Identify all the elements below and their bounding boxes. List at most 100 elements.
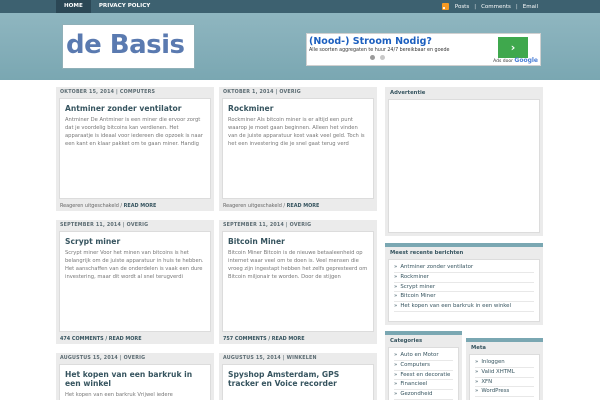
list-item[interactable]: » Het kopen van een barkruk in een winkel [394, 302, 534, 312]
arrow-icon: » [394, 273, 398, 280]
list-item[interactable]: » Feest en decoratie [394, 371, 453, 381]
top-nav-bar: HOME PRIVACY POLICY Posts | Comments | E… [0, 0, 600, 13]
categories-list: » Auto en Motor » Computers » Feest en deco… [389, 348, 458, 400]
post-footer: 474 COMMENTS / READ MORE [60, 336, 142, 342]
widget-body: » Auto en Motor » Computers » Feest en deco… [388, 347, 459, 400]
list-item[interactable]: » Auto en Motor [394, 351, 453, 361]
meta-link[interactable]: Inloggen [481, 359, 504, 365]
nav-privacy-policy[interactable]: PRIVACY POLICY [91, 0, 159, 13]
post-content: Het kopen van een barkruk in een winkel … [59, 364, 211, 400]
arrow-icon: » [394, 371, 398, 378]
list-item[interactable]: » Gezondheid [394, 390, 453, 400]
arrow-icon: » [394, 293, 398, 300]
comments-feed-link[interactable]: Comments [481, 4, 511, 10]
post-title[interactable]: Bitcoin Miner [228, 237, 368, 246]
meta-link[interactable]: XFN [481, 379, 492, 385]
post-meta[interactable]: AUGUSTUS 15, 2014 | OVERIG [56, 353, 214, 364]
post-meta[interactable]: OKTOBER 15, 2014 | COMPUTERS [56, 87, 214, 98]
arrow-icon: » [394, 283, 398, 290]
main-nav: HOME PRIVACY POLICY [56, 0, 158, 13]
arrow-icon: » [394, 303, 398, 310]
list-item[interactable]: » Valid XHTML [475, 368, 534, 378]
post-title[interactable]: Scrypt miner [65, 237, 205, 246]
recent-post-link[interactable]: Bitcoin Miner [400, 293, 435, 299]
arrow-icon: » [475, 388, 479, 395]
meta-link[interactable]: WordPress [481, 388, 509, 394]
ad-go-button[interactable]: › [498, 37, 528, 58]
read-more-link[interactable]: READ MORE [272, 336, 305, 342]
ad-carousel-dots [370, 55, 385, 60]
rss-icon[interactable] [441, 3, 449, 10]
post-title[interactable]: Rockminer [228, 104, 368, 113]
list-item[interactable]: » Financieel [394, 380, 453, 391]
arrow-icon: » [394, 352, 398, 358]
recent-post-link[interactable]: Scrypt miner [400, 284, 435, 290]
post-meta[interactable]: OKTOBER 1, 2014 | OVERIG [219, 87, 377, 98]
list-item[interactable]: » Bitcoin Miner [394, 292, 534, 303]
widget-title: Meta [471, 345, 486, 351]
meta-list: » Inloggen » Valid XHTML » XFN » WordPress [470, 355, 539, 400]
post-title[interactable]: Het kopen van een barkruk in een winkel [65, 370, 205, 388]
category-link[interactable]: Gezondheid [400, 391, 432, 397]
carousel-dot[interactable] [370, 55, 375, 60]
header-ad-banner[interactable]: (Nood-) Stroom Nodig? Alle soorten aggre… [306, 33, 541, 66]
post-footer: Reageren uitgeschakeld / READ MORE [223, 203, 319, 209]
arrow-icon: » [394, 391, 398, 398]
post-meta[interactable]: SEPTEMBER 11, 2014 | OVERIG [56, 220, 214, 231]
separator: | [474, 3, 477, 10]
post-footer: Reageren uitgeschakeld / READ MORE [60, 203, 156, 209]
post-meta[interactable]: AUGUSTUS 15, 2014 | WINKELEN [219, 353, 377, 364]
read-more-link[interactable]: READ MORE [287, 203, 320, 209]
post-card: SEPTEMBER 11, 2014 | OVERIG Bitcoin Mine… [219, 220, 377, 344]
recent-posts-widget: Meest recente berichten » Antminer zonder… [385, 243, 543, 325]
arrow-icon: » [475, 378, 479, 385]
list-item[interactable]: » Antminer zonder ventilator [394, 263, 534, 273]
arrow-icon: » [475, 368, 479, 375]
category-link[interactable]: Auto en Motor [400, 352, 438, 358]
list-item[interactable]: » Rockminer [394, 273, 534, 283]
ad-by-label: Ads door [493, 59, 513, 64]
post-content: Rockminer Rockminer Als bitcoin miner is… [222, 98, 374, 199]
widget-title: Categories [390, 338, 423, 344]
post-content: Scrypt miner Scrypt miner Voor het minen… [59, 231, 211, 332]
comments-link[interactable]: 474 COMMENTS / [60, 336, 107, 342]
category-link[interactable]: Computers [400, 362, 430, 368]
post-excerpt: Rockminer Als bitcoin miner is er altijd… [228, 117, 365, 147]
post-excerpt: Bitcoin Miner Bitcoin is de nieuwe betaa… [228, 250, 368, 280]
post-title[interactable]: Spyshop Amsterdam, GPS tracker en Voice … [228, 370, 368, 388]
list-item[interactable]: » Scrypt miner [394, 283, 534, 293]
post-title[interactable]: Antminer zonder ventilator [65, 104, 205, 113]
recent-post-link[interactable]: Antminer zonder ventilator [400, 264, 473, 270]
post-footer: 757 COMMENTS / READ MORE [223, 336, 305, 342]
site-logo[interactable]: de Basis [62, 24, 195, 69]
post-meta[interactable]: SEPTEMBER 11, 2014 | OVERIG [219, 220, 377, 231]
recent-post-link[interactable]: Rockminer [400, 274, 429, 280]
category-link[interactable]: Financieel [400, 381, 427, 387]
recent-posts-list: » Antminer zonder ventilator » Rockminer »… [389, 260, 539, 315]
post-content: Antminer zonder ventilator Antminer De A… [59, 98, 211, 199]
list-item[interactable]: » WordPress [475, 387, 534, 398]
list-item[interactable]: » Inloggen [475, 358, 534, 368]
recent-post-link[interactable]: Het kopen van een barkruk in een winkel [400, 303, 511, 309]
list-item[interactable]: » Computers [394, 361, 453, 371]
post-excerpt: Scrypt miner Voor het minen van bitcoins… [65, 250, 204, 280]
nav-home[interactable]: HOME [56, 0, 91, 13]
carousel-dot[interactable] [380, 55, 385, 60]
separator: | [515, 3, 518, 10]
post-content: Bitcoin Miner Bitcoin Miner Bitcoin is d… [222, 231, 374, 332]
widget-body: » Antminer zonder ventilator » Rockminer »… [388, 259, 540, 322]
email-link[interactable]: Email [523, 4, 538, 10]
post-card: AUGUSTUS 15, 2014 | WINKELEN Spyshop Ams… [219, 353, 377, 400]
comments-link[interactable]: 757 COMMENTS / [223, 336, 270, 342]
google-logo: Google [514, 57, 538, 64]
meta-link[interactable]: Valid XHTML [481, 369, 514, 375]
read-more-link[interactable]: READ MORE [109, 336, 142, 342]
arrow-icon: » [475, 359, 479, 365]
ad-slot[interactable] [388, 99, 540, 233]
category-link[interactable]: Feest en decoratie [400, 372, 450, 378]
ad-subtext: Alle soorten aggregaten te huur 24/7 ber… [309, 48, 450, 53]
posts-feed-link[interactable]: Posts [455, 4, 469, 10]
read-more-link[interactable]: READ MORE [124, 203, 157, 209]
ad-headline[interactable]: (Nood-) Stroom Nodig? [309, 36, 432, 47]
list-item[interactable]: » XFN [475, 378, 534, 388]
